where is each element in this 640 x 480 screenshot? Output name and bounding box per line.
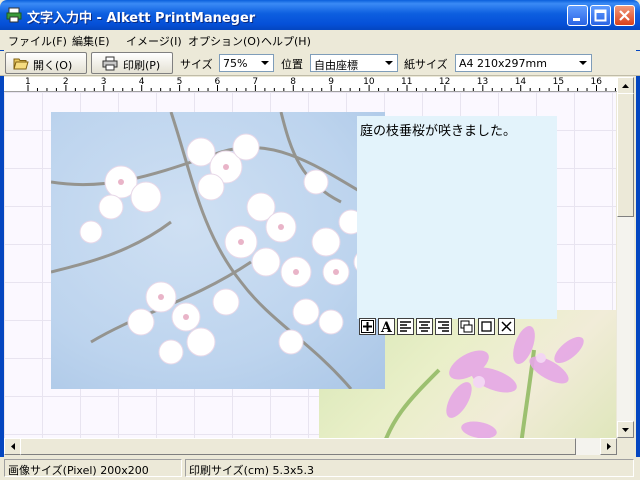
scroll-corner [617,438,634,455]
ruler-number: 14 [514,77,527,87]
chevron-down-icon [622,428,629,432]
size-select[interactable]: 75% [219,54,274,72]
ruler-number: 4 [138,77,145,87]
ruler-number: 3 [100,77,107,87]
paper-size-label: 紙サイズ [404,58,448,71]
size-label: サイズ [180,58,213,71]
status-image-size-text: 画像サイズ(Pixel) 200x200 [8,464,149,477]
status-print-size-text: 印刷サイズ(cm) 5.3x5.3 [189,464,315,477]
menu-edit[interactable]: 編集(E) [72,33,110,49]
frame-square-icon [481,321,492,332]
window-title: 文字入力中 - Alkett PrintManeger [27,11,256,26]
ruler-number: 12 [438,77,451,87]
vertical-scroll-thumb[interactable] [617,93,634,217]
ruler-number: 16 [590,77,602,87]
cherry-blossom-photo[interactable] [50,111,385,390]
scroll-right-button[interactable] [600,438,617,455]
status-image-size: 画像サイズ(Pixel) 200x200 [4,459,182,477]
ruler: 1 2 3 4 5 6 7 8 9 10 11 12 13 14 15 16 [4,77,634,92]
ruler-number: 10 [363,77,375,87]
minimize-button[interactable] [567,5,588,26]
paper-size-select-value: A4 210x297mm [459,57,547,70]
frame-button[interactable] [478,318,495,335]
close-text-button[interactable] [498,318,515,335]
open-button-label: 開く(O) [33,59,73,72]
scroll-up-button[interactable] [617,77,634,94]
font-a-icon: A [380,320,393,336]
move-button[interactable] [359,318,376,335]
ruler-number: 1 [25,77,31,87]
ruler-number: 15 [552,77,565,87]
window-border-right [636,30,640,480]
close-button[interactable] [614,5,635,26]
svg-text:A: A [380,320,393,334]
ruler-number: 13 [476,77,489,87]
open-button[interactable]: 開く(O) [5,52,87,74]
font-button[interactable]: A [378,318,395,336]
text-box[interactable]: 庭の枝垂桜が咲きました。 [357,116,557,319]
cherry-blossom-graphic [50,111,379,390]
vertical-scrollbar[interactable] [617,77,634,438]
status-print-size: 印刷サイズ(cm) 5.3x5.3 [185,459,634,477]
ruler-number: 2 [62,77,69,87]
move-cross-icon [361,320,374,333]
print-button-label: 印刷(P) [123,59,161,72]
ruler-number: 9 [328,77,334,87]
menu-options[interactable]: オプション(O) [188,33,260,49]
printer-icon [102,56,118,71]
chevron-down-icon [579,61,587,65]
align-left-button[interactable] [397,318,414,335]
print-canvas[interactable]: 庭の枝垂桜が咲きました。 A [4,92,616,438]
scroll-left-button[interactable] [4,438,21,455]
menu-help[interactable]: ヘルプ(H) [261,33,311,49]
ruler-number: 11 [401,77,413,87]
printer-app-icon[interactable] [6,7,22,23]
chevron-right-icon [607,443,611,450]
layer-button[interactable] [458,318,475,335]
maximize-button[interactable] [590,5,611,26]
position-select-value: 自由座標 [314,59,358,72]
align-right-icon [438,321,449,332]
ruler-number: 5 [176,77,183,87]
text-box-content[interactable]: 庭の枝垂桜が咲きました。 [360,120,516,139]
paper-size-select[interactable]: A4 210x297mm [455,54,592,72]
text-toolbar: A [359,318,521,337]
chevron-down-icon [385,61,393,65]
layers-icon [460,320,473,333]
align-center-icon [419,321,430,332]
close-icon [501,321,512,332]
ruler-number: 6 [214,77,221,87]
position-label: 位置 [281,58,303,71]
scroll-down-button[interactable] [617,421,634,438]
menu-image[interactable]: イメージ(I) [126,33,182,49]
align-center-button[interactable] [416,318,433,335]
horizontal-scrollbar[interactable] [4,438,617,455]
horizontal-scroll-thumb[interactable] [20,438,576,455]
folder-open-icon [13,58,29,70]
chevron-down-icon [261,61,269,65]
chevron-up-icon [622,84,629,88]
ruler-number: 7 [252,77,259,87]
chevron-left-icon [11,443,15,450]
size-select-value: 75% [223,57,248,70]
ruler-number: 8 [290,77,297,87]
align-left-icon [400,321,411,332]
menu-file[interactable]: ファイル(F) [8,33,67,49]
print-button[interactable]: 印刷(P) [91,52,173,74]
align-right-button[interactable] [435,318,452,335]
position-select[interactable]: 自由座標 [310,54,398,72]
